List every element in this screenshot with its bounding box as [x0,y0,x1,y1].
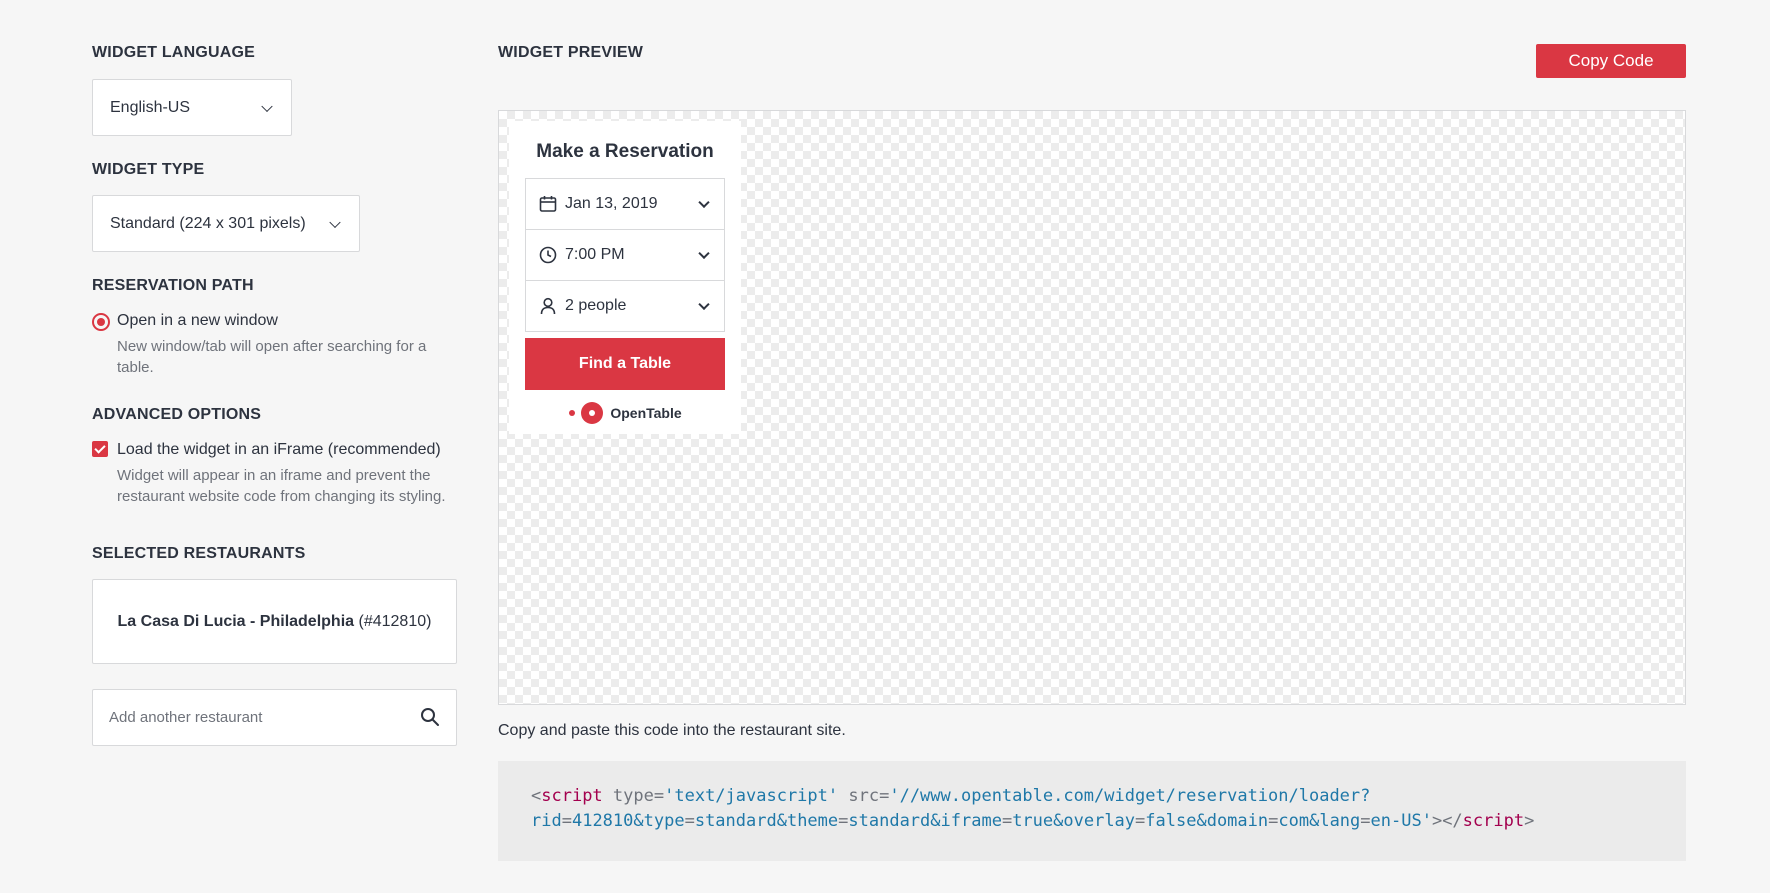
copy-instructions: Copy and paste this code into the restau… [498,722,846,739]
chevron-down-icon [698,196,710,209]
code-tag-close: script [1462,811,1525,831]
code-param-lang-value: en-US' [1370,811,1432,831]
date-picker[interactable]: Jan 13, 2019 [525,178,725,230]
code-param-type-value: standard& [694,811,787,831]
new-window-description: New window/tab will open after searching… [117,338,427,376]
code-param-iframe: iframe [940,811,1002,831]
code-param-theme-value: standard& [848,811,941,831]
time-picker[interactable]: 7:00 PM [525,229,725,281]
widget-type-select-value: Standard (224 x 301 pixels) [110,214,306,232]
code-param-rid-value: 412810& [571,811,644,831]
restaurant-id: (#412810) [358,612,432,630]
advanced-options-title: ADVANCED OPTIONS [92,406,262,423]
widget-language-title: WIDGET LANGUAGE [92,44,255,61]
search-icon[interactable] [420,707,440,732]
widget-title: Make a Reservation [536,141,714,162]
opentable-logo-icon [569,402,604,424]
reservation-path-title: RESERVATION PATH [92,277,254,294]
new-window-radio[interactable] [92,313,110,331]
code-param-overlay: overlay [1063,811,1136,831]
date-value: Jan 13, 2019 [565,195,658,212]
new-window-label[interactable]: Open in a new window [117,312,278,330]
code-tag-open: script [541,786,603,806]
language-select-value: English-US [110,98,191,116]
restaurant-name: La Casa Di Lucia - Philadelphia [117,612,355,630]
code-param-rid: rid [531,811,562,831]
code-type-attr: type [612,786,654,806]
add-restaurant-input[interactable] [109,690,409,745]
language-select[interactable]: English-US [92,79,292,136]
iframe-description: Widget will appear in an iframe and prev… [117,467,446,505]
party-size-picker[interactable]: 2 people [525,280,725,332]
code-src-attr: src [848,786,880,806]
widget-type-select[interactable]: Standard (224 x 301 pixels) [92,195,360,252]
opentable-brand: OpenTable [610,405,682,421]
code-param-iframe-value: true& [1012,811,1064,831]
widget-preview-title: WIDGET PREVIEW [498,44,644,61]
chevron-down-icon [329,216,341,228]
code-param-type: type [643,811,685,831]
selected-restaurant-card: La Casa Di Lucia - Philadelphia (#412810… [92,579,457,664]
party-size-value: 2 people [565,297,627,314]
copy-code-button[interactable]: Copy Code [1536,44,1686,78]
add-restaurant-search [92,689,457,746]
iframe-checkbox[interactable] [92,441,108,457]
embed-code-block[interactable]: <script type='text/javascript' src='//ww… [498,761,1686,861]
code-param-domain: domain [1206,811,1269,831]
clock-icon [539,246,557,264]
calendar-icon [539,195,557,213]
code-param-lang: lang [1319,811,1361,831]
code-param-overlay-value: false& [1145,811,1207,831]
chevron-down-icon [698,247,710,260]
time-value: 7:00 PM [565,246,625,263]
reservation-widget: Make a Reservation Jan 13, 2019 7:00 PM … [509,121,741,434]
code-type-value: 'text/javascript' [664,786,839,806]
code-src-value: '//www.opentable.com/widget/reservation/… [889,786,1371,806]
code-param-domain-value: com& [1278,811,1320,831]
person-icon [539,297,557,315]
iframe-label[interactable]: Load the widget in an iFrame (recommende… [117,441,441,459]
widget-preview-canvas: Make a Reservation Jan 13, 2019 7:00 PM … [498,110,1686,705]
code-param-theme: theme [786,811,839,831]
selected-restaurants-title: SELECTED RESTAURANTS [92,545,306,562]
opentable-logo: OpenTable [509,401,741,425]
chevron-down-icon [698,298,710,311]
widget-type-title: WIDGET TYPE [92,161,205,178]
chevron-down-icon [261,100,273,112]
find-a-table-button[interactable]: Find a Table [525,338,725,390]
